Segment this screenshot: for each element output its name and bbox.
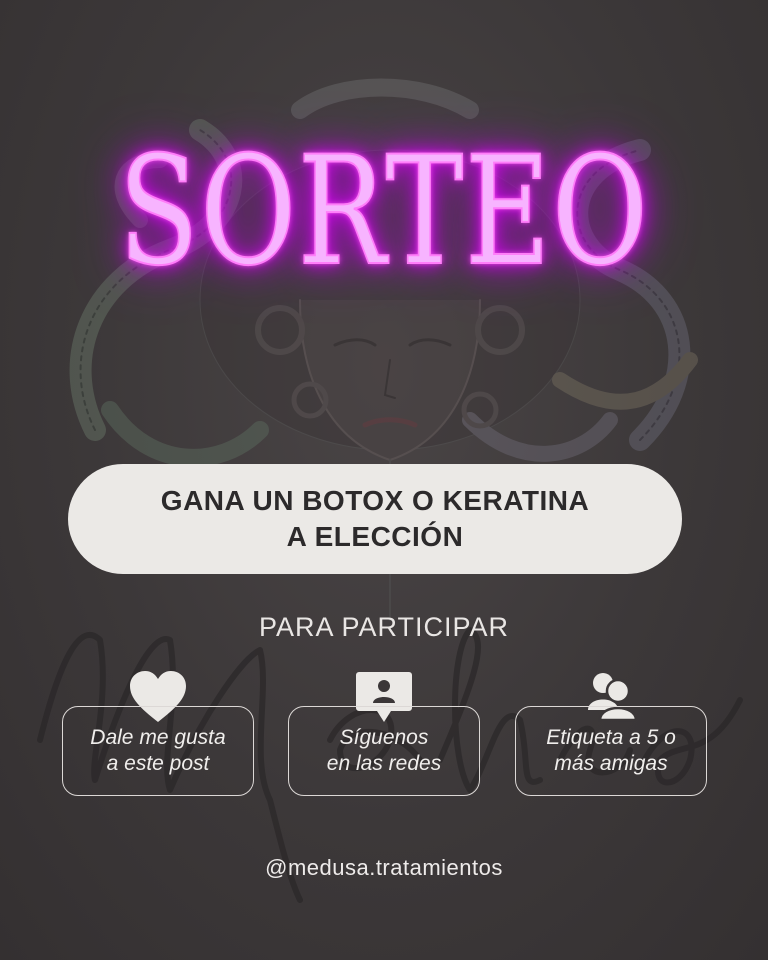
step-like-line-1: Dale me gusta <box>90 726 226 749</box>
step-tag-line-1: Etiqueta a 5 o <box>546 726 676 749</box>
step-like-line-2: a este post <box>106 752 210 775</box>
participate-heading: PARA PARTICIPAR <box>258 612 510 642</box>
prize-banner: GANA UN BOTOX O KERATINA A ELECCIÓN <box>68 464 682 574</box>
step-follow: Síguenos en las redes <box>288 706 480 796</box>
step-tag-friends: Etiqueta a 5 o más amigas <box>515 706 707 796</box>
instagram-handle: @medusa.tratamientos <box>265 855 503 880</box>
step-follow-line-2: en las redes <box>326 752 442 775</box>
page-title: SORTEO <box>118 124 650 300</box>
step-like: Dale me gusta a este post <box>62 706 254 796</box>
prize-line-2: A ELECCIÓN <box>286 521 464 552</box>
prize-line-1: GANA UN BOTOX O KERATINA <box>160 485 590 516</box>
giveaway-poster: SORTEO GANA UN BOTOX O KERATINA A ELECCI… <box>0 0 768 960</box>
step-tag-line-2: más amigas <box>554 752 668 775</box>
step-follow-line-1: Síguenos <box>339 726 429 749</box>
